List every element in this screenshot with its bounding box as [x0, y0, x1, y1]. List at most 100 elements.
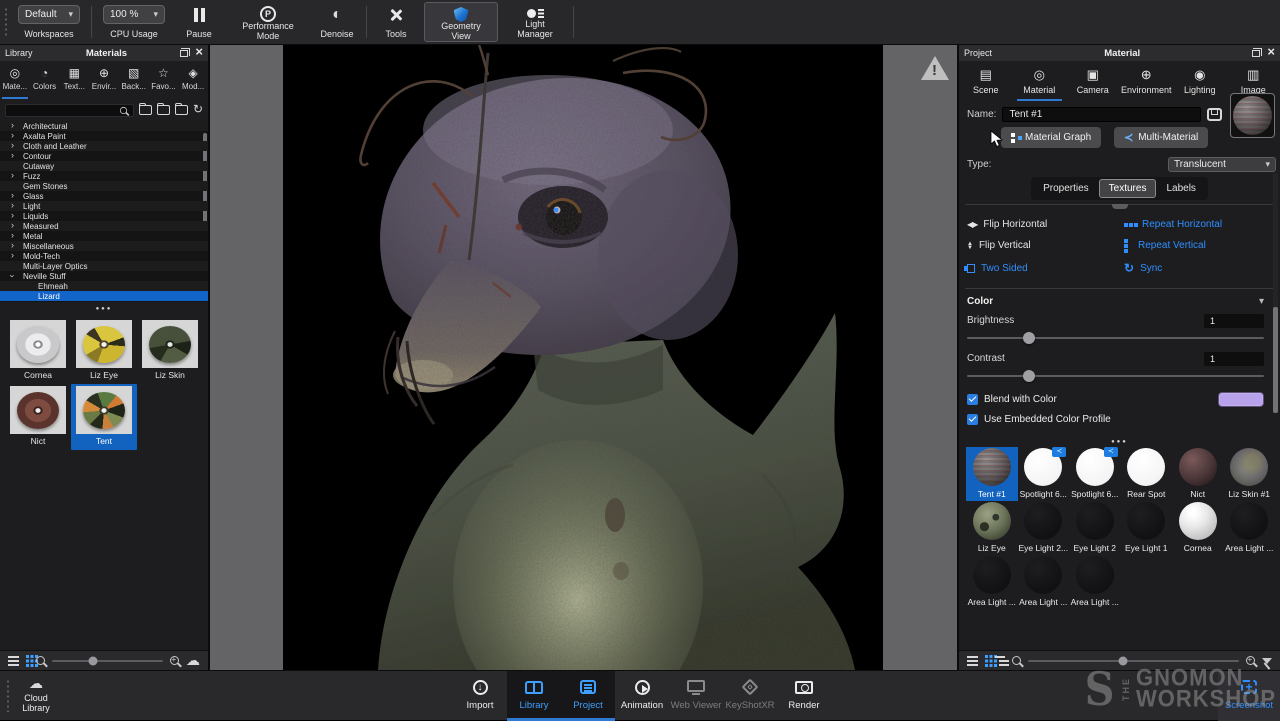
tree-item[interactable]: › Cloth and Leather	[0, 141, 208, 151]
section-divider[interactable]	[965, 204, 1274, 205]
subtab[interactable]: Textures	[1099, 179, 1157, 198]
material-graph-button[interactable]: Material Graph	[1001, 127, 1101, 148]
screenshot-button[interactable]: Screenshot	[1218, 671, 1280, 721]
scene-material-thumbnail[interactable]: Cornea	[1172, 501, 1224, 555]
two-sided-toggle[interactable]: Two Sided	[967, 261, 1124, 275]
project-dock-button[interactable]: Project	[561, 671, 615, 721]
scene-material-thumbnail[interactable]: Area Light ...	[1224, 501, 1276, 555]
scene-material-thumbnail[interactable]: Eye Light 2	[1069, 501, 1121, 555]
tree-item[interactable]: › Metal	[0, 231, 208, 241]
lighting-tab[interactable]: ◉ Lighting	[1173, 65, 1227, 101]
tree-item[interactable]: › Contour	[0, 151, 208, 161]
expand-arrow-icon[interactable]: ›	[11, 150, 14, 160]
tree-item[interactable]: › Liquids	[0, 211, 208, 221]
subtab[interactable]: Properties	[1033, 179, 1099, 198]
tree-item[interactable]: › Axalta Paint	[0, 131, 208, 141]
material-thumbnail[interactable]: Liz Skin	[137, 318, 203, 384]
render-button[interactable]: Render	[777, 671, 831, 721]
animation-button[interactable]: Animation	[615, 671, 669, 721]
material-thumbnail[interactable]: Liz Eye	[71, 318, 137, 384]
scene-material-thumbnail[interactable]: Rear Spot	[1121, 447, 1173, 501]
cloud-upload-icon[interactable]	[186, 652, 200, 669]
scene-material-thumbnail[interactable]: Eye Light 2...	[1018, 501, 1070, 555]
splitter-handle[interactable]	[0, 302, 208, 312]
camera-tab[interactable]: ▣ Camera	[1066, 65, 1120, 101]
tree-item[interactable]: › Architectural	[0, 121, 208, 131]
close-panel-icon[interactable]	[1267, 47, 1275, 59]
expand-arrow-icon[interactable]: ›	[11, 121, 14, 130]
material-thumbnail[interactable]: Cornea	[5, 318, 71, 384]
list-view-icon[interactable]	[8, 656, 19, 658]
scene-material-thumbnail[interactable]: Nict	[1172, 447, 1224, 501]
favorites-tab[interactable]: ☆ Favo...	[149, 64, 179, 99]
material-thumbnail[interactable]: Tent	[71, 384, 137, 450]
expand-arrow-icon[interactable]: ›	[11, 250, 14, 260]
materials-tab[interactable]: ◎ Mate...	[0, 64, 30, 99]
scene-material-thumbnail[interactable]: Area Light ...	[966, 555, 1018, 609]
expand-arrow-icon[interactable]: ›	[11, 210, 14, 220]
backplates-tab[interactable]: ▧ Back...	[119, 64, 149, 99]
tree-item[interactable]: › Neville Stuff	[0, 271, 208, 281]
tree-item[interactable]: › Mold-Tech	[0, 251, 208, 261]
zoom-out-icon[interactable]	[36, 656, 45, 665]
expand-arrow-icon[interactable]: ›	[11, 230, 14, 240]
tree-item[interactable]: Lizard	[0, 291, 208, 301]
slider-knob[interactable]	[89, 656, 98, 665]
sync-toggle[interactable]: Sync	[1124, 261, 1272, 275]
material-type-dropdown[interactable]: Translucent	[1168, 157, 1276, 172]
pause-button[interactable]: Pause	[173, 0, 225, 44]
flip-vertical-toggle[interactable]: Flip Vertical	[967, 240, 1124, 251]
blend-color-swatch[interactable]	[1218, 392, 1264, 407]
scene-material-thumbnail[interactable]: Liz Skin #1	[1224, 447, 1276, 501]
flip-horizontal-toggle[interactable]: Flip Horizontal	[967, 219, 1124, 230]
list-view-icon[interactable]	[967, 656, 978, 658]
brightness-value[interactable]: 1	[1204, 314, 1264, 328]
repeat-horizontal-toggle[interactable]: Repeat Horizontal	[1124, 219, 1272, 230]
denoise-button[interactable]: Denoise	[311, 0, 363, 44]
tree-item[interactable]: Cutaway	[0, 161, 208, 171]
zoom-out-icon[interactable]	[1012, 656, 1021, 665]
add-folder-icon[interactable]	[139, 105, 152, 115]
tree-item[interactable]: › Measured	[0, 221, 208, 231]
material-tab[interactable]: ◎ Material	[1013, 65, 1067, 101]
toolbar-drag-handle[interactable]	[4, 7, 8, 37]
scrollbar-thumb[interactable]	[1273, 307, 1278, 413]
light-manager-button[interactable]: Light Manager	[500, 0, 570, 44]
grid-view-icon[interactable]	[26, 655, 29, 658]
scene-material-thumbnail[interactable]: Spotlight 6...	[1069, 447, 1121, 501]
expand-arrow-icon[interactable]: ›	[11, 200, 14, 210]
keyshotxr-button[interactable]: KeyShotXR	[723, 671, 777, 721]
web-viewer-button[interactable]: Web Viewer	[669, 671, 723, 721]
expand-arrow-icon[interactable]: ›	[8, 275, 18, 278]
import-button[interactable]: Import	[453, 671, 507, 721]
tree-item[interactable]: › Fuzz	[0, 171, 208, 181]
repeat-vertical-toggle[interactable]: Repeat Vertical	[1124, 240, 1272, 251]
brightness-slider[interactable]	[967, 331, 1264, 345]
zoom-in-icon[interactable]	[1246, 656, 1255, 665]
thumbnail-size-slider[interactable]	[1028, 660, 1239, 662]
dock-drag-handle[interactable]	[6, 679, 10, 712]
slider-knob[interactable]	[1023, 332, 1035, 344]
material-name-input[interactable]	[1002, 107, 1201, 122]
tools-button[interactable]: Tools	[370, 0, 422, 44]
splitter-handle[interactable]	[959, 435, 1280, 445]
material-thumbnail[interactable]: Nict	[5, 384, 71, 450]
models-tab[interactable]: ◈ Mod...	[178, 64, 208, 99]
tree-item[interactable]: › Light	[0, 201, 208, 211]
textures-tab[interactable]: ▦ Text...	[59, 64, 89, 99]
scene-tab[interactable]: ▤ Scene	[959, 65, 1013, 101]
filter-icon[interactable]	[1262, 658, 1272, 664]
workspaces-dropdown[interactable]: Default	[18, 5, 80, 24]
color-section-header[interactable]: Color	[967, 293, 1272, 309]
subtab[interactable]: Labels	[1156, 179, 1205, 198]
slider-knob[interactable]	[1118, 656, 1127, 665]
export-folder-icon[interactable]	[175, 105, 188, 115]
scene-material-thumbnail[interactable]: Spotlight 6...	[1018, 447, 1070, 501]
expand-arrow-icon[interactable]: ›	[11, 170, 14, 180]
tree-item[interactable]: Gem Stones	[0, 181, 208, 191]
scene-material-thumbnail[interactable]: Tent #1	[966, 447, 1018, 501]
warning-icon[interactable]	[921, 56, 949, 80]
expand-arrow-icon[interactable]: ›	[11, 190, 14, 200]
detach-panel-icon[interactable]	[180, 50, 188, 57]
search-input[interactable]	[5, 104, 134, 117]
